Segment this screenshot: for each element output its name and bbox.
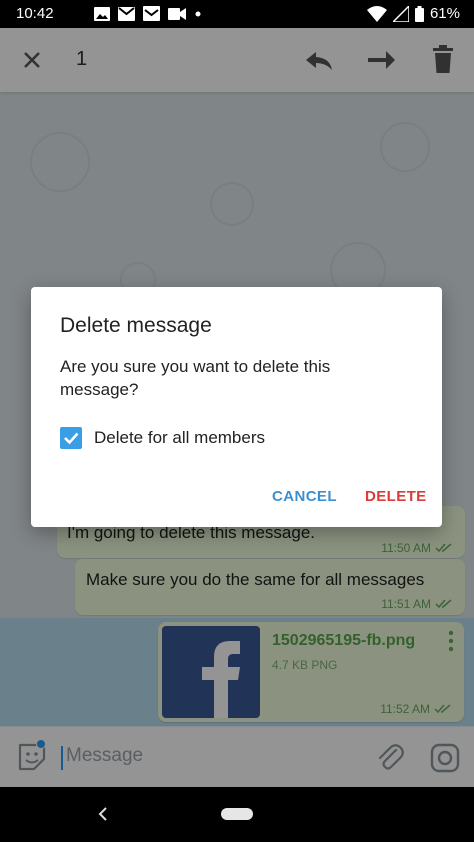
delete-for-all-checkbox[interactable] bbox=[60, 427, 82, 449]
image-icon bbox=[94, 6, 110, 21]
checkmark-icon bbox=[64, 432, 79, 445]
delete-button[interactable]: DELETE bbox=[365, 488, 427, 505]
dialog-body: Are you sure you want to delete this mes… bbox=[60, 357, 331, 399]
dialog-title: Delete message bbox=[60, 314, 212, 337]
system-status: 61% bbox=[366, 5, 460, 22]
home-pill[interactable] bbox=[221, 808, 253, 820]
battery-icon bbox=[414, 5, 424, 22]
gmail-icon bbox=[118, 6, 135, 21]
inbox-icon bbox=[143, 6, 160, 21]
dot-icon bbox=[195, 11, 201, 16]
status-time: 10:42 bbox=[16, 5, 54, 22]
wifi-icon bbox=[366, 5, 387, 22]
cancel-button[interactable]: CANCEL bbox=[272, 488, 337, 505]
back-icon[interactable] bbox=[96, 804, 110, 824]
signal-icon bbox=[392, 5, 409, 22]
delete-message-dialog: Delete message Are you sure you want to … bbox=[31, 287, 442, 527]
video-icon bbox=[168, 7, 186, 20]
battery-percent: 61% bbox=[429, 5, 460, 22]
navigation-bar bbox=[0, 787, 474, 842]
checkbox-label[interactable]: Delete for all members bbox=[94, 428, 265, 448]
status-bar: 10:42 61% bbox=[0, 0, 474, 28]
notification-icons bbox=[94, 6, 202, 21]
